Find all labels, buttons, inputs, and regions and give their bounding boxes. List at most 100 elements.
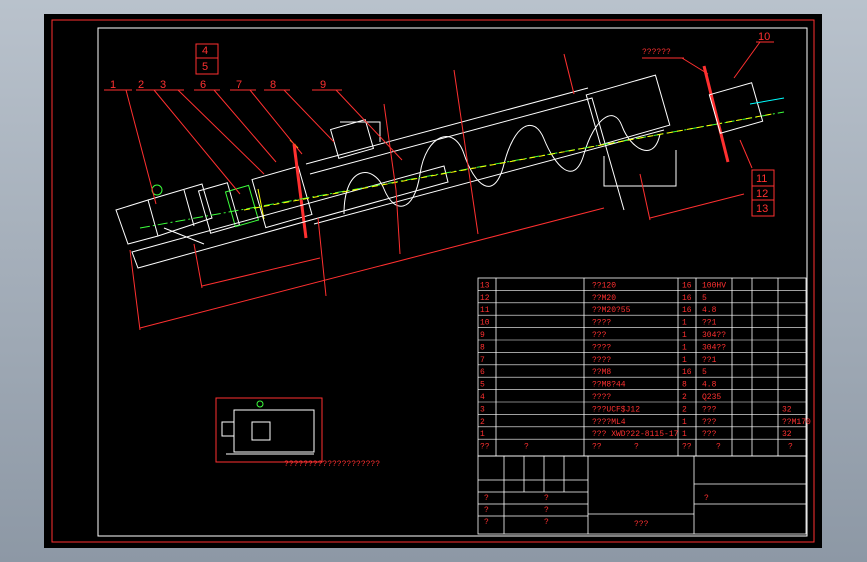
drawing-frame bbox=[97, 27, 808, 537]
bom-cell-material: 100HV bbox=[702, 281, 726, 290]
bom-cell-qty: 16 bbox=[682, 281, 692, 290]
callout-10: 10 bbox=[758, 31, 770, 43]
bom-cell-no: 11 bbox=[480, 306, 490, 315]
title-block-marks: ? ? ? ? ? ? ? bbox=[484, 494, 709, 527]
svg-text:?: ? bbox=[484, 506, 489, 515]
bom-cell-no: 1 bbox=[480, 430, 485, 439]
bom-cell-material: ??? bbox=[702, 430, 717, 439]
bom-cell-no: 10 bbox=[480, 319, 490, 328]
callout-2: 2 bbox=[138, 79, 144, 91]
bom-cell-note: 32 bbox=[782, 430, 792, 439]
bom-cell-material: ??1 bbox=[702, 319, 717, 328]
cad-viewport[interactable]: 1 2 3 6 7 8 9 4 5 ?????? 10 11 12 13 ???… bbox=[44, 14, 822, 548]
bom-cell-qty: 1 bbox=[682, 356, 687, 365]
bom-header-cell: ? bbox=[716, 443, 721, 452]
bom-cell-no: 12 bbox=[480, 294, 490, 303]
bom-cell-name: ????ML4 bbox=[592, 418, 626, 427]
cad-drawing: 1 2 3 6 7 8 9 4 5 ?????? 10 11 12 13 ???… bbox=[51, 19, 815, 543]
callout-13: 13 bbox=[756, 203, 768, 215]
bom-cell-no: 13 bbox=[480, 281, 490, 290]
bom-cell-qty: 16 bbox=[682, 306, 692, 315]
title-block-title: ??? bbox=[634, 520, 649, 529]
bom-cell-name: ??120 bbox=[592, 281, 616, 290]
bom-header-cell: ?? bbox=[480, 443, 490, 452]
svg-text:?: ? bbox=[544, 506, 549, 515]
callout-7: 7 bbox=[236, 79, 242, 91]
bom-header-cell: ? bbox=[788, 443, 793, 452]
bom-cell-name: ???? bbox=[592, 356, 611, 365]
bom-cell-name: ??? XWD?22-8115-17 bbox=[592, 430, 679, 439]
bom-cell-no: 2 bbox=[480, 418, 485, 427]
flange-right bbox=[702, 65, 730, 163]
screw-flight bbox=[343, 115, 661, 215]
bom-cell-no: 7 bbox=[480, 356, 485, 365]
callout-11: 11 bbox=[756, 173, 767, 185]
callout-3: 3 bbox=[160, 79, 166, 91]
bom-cell-qty: 1 bbox=[682, 331, 687, 340]
bom-header-cell: ?? bbox=[592, 443, 602, 452]
bom-cell-qty: 1 bbox=[682, 343, 687, 352]
bom-cell-name: ??M20?55 bbox=[592, 306, 631, 315]
bom-header-cell: ? bbox=[634, 443, 639, 452]
svg-text:?: ? bbox=[544, 494, 549, 503]
callout-4: 4 bbox=[202, 45, 208, 57]
bom-cell-no: 5 bbox=[480, 381, 485, 390]
bearing-housing-left bbox=[251, 139, 313, 239]
bom-cell-qty: 1 bbox=[682, 430, 687, 439]
bom-cell-material: 4.8 bbox=[702, 306, 717, 315]
callout-9: 9 bbox=[320, 79, 326, 91]
trough-tube bbox=[305, 74, 671, 225]
svg-text:?: ? bbox=[704, 494, 709, 503]
bom-cell-name: ??M8 bbox=[592, 368, 611, 377]
callout-1: 1 bbox=[110, 79, 116, 91]
bom-cell-no: 8 bbox=[480, 343, 485, 352]
bom-cell-name: ??M20 bbox=[592, 294, 616, 303]
bom-header-cell: ?? bbox=[682, 443, 692, 452]
base-frame bbox=[131, 165, 449, 269]
bom-cell-qty: 16 bbox=[682, 294, 692, 303]
bom-cell-no: 4 bbox=[480, 393, 485, 402]
callout-6: 6 bbox=[200, 79, 206, 91]
bom-cell-name: ??M8?44 bbox=[592, 381, 626, 390]
bom-cell-name: ???? bbox=[592, 343, 611, 352]
bom-cell-note: 32 bbox=[782, 405, 792, 414]
bom-cell-qty: 8 bbox=[682, 381, 687, 390]
bearing-housing-right bbox=[708, 82, 764, 134]
callout-note-top: ?????? bbox=[642, 48, 671, 57]
bom-cell-name: ???? bbox=[592, 393, 611, 402]
svg-text:?: ? bbox=[544, 518, 549, 527]
bom-cell-qty: 16 bbox=[682, 368, 692, 377]
bom-cell-qty: 2 bbox=[682, 405, 687, 414]
motor-detail-view: ???????????????????? bbox=[215, 397, 380, 469]
bom-cell-material: 5 bbox=[702, 294, 707, 303]
bom-cell-material: ??1 bbox=[702, 356, 717, 365]
bom-cell-qty: 1 bbox=[682, 418, 687, 427]
bom-cell-material: 304?? bbox=[702, 331, 726, 340]
bom-cell-material: Q235 bbox=[702, 393, 721, 402]
bom-cell-no: 6 bbox=[480, 368, 485, 377]
bom-cell-no: 3 bbox=[480, 405, 485, 414]
bom-cell-qty: 2 bbox=[682, 393, 687, 402]
svg-text:?: ? bbox=[484, 494, 489, 503]
svg-text:?: ? bbox=[484, 518, 489, 527]
bom-cell-qty: 1 bbox=[682, 319, 687, 328]
callout-5: 5 bbox=[202, 61, 208, 73]
bom-cell-material: 5 bbox=[702, 368, 707, 377]
bom-cell-material: 304?? bbox=[702, 343, 726, 352]
bom-cell-name: ???UCF$J12 bbox=[592, 405, 640, 414]
bom-cell-name: ??? bbox=[592, 331, 607, 340]
callout-12: 12 bbox=[756, 188, 768, 200]
bom-cell-name: ???? bbox=[592, 319, 611, 328]
bom-cell-material: ??? bbox=[702, 405, 717, 414]
bom-rows: 13 ??120 16 100HV12 ??M20 16 511 ??M20?55 16 4.81… bbox=[478, 281, 811, 452]
dimension-lines bbox=[129, 53, 745, 331]
motor-view-note: ???????????????????? bbox=[284, 460, 380, 469]
callout-8: 8 bbox=[270, 79, 276, 91]
outlet-chute bbox=[603, 150, 677, 187]
bom-header-cell: ? bbox=[524, 443, 529, 452]
bom-cell-note: ??M170 bbox=[782, 418, 811, 427]
bom-cell-material: 4.8 bbox=[702, 381, 717, 390]
bom-cell-material: ??? bbox=[702, 418, 717, 427]
bom-cell-no: 9 bbox=[480, 331, 485, 340]
motor bbox=[115, 183, 213, 245]
